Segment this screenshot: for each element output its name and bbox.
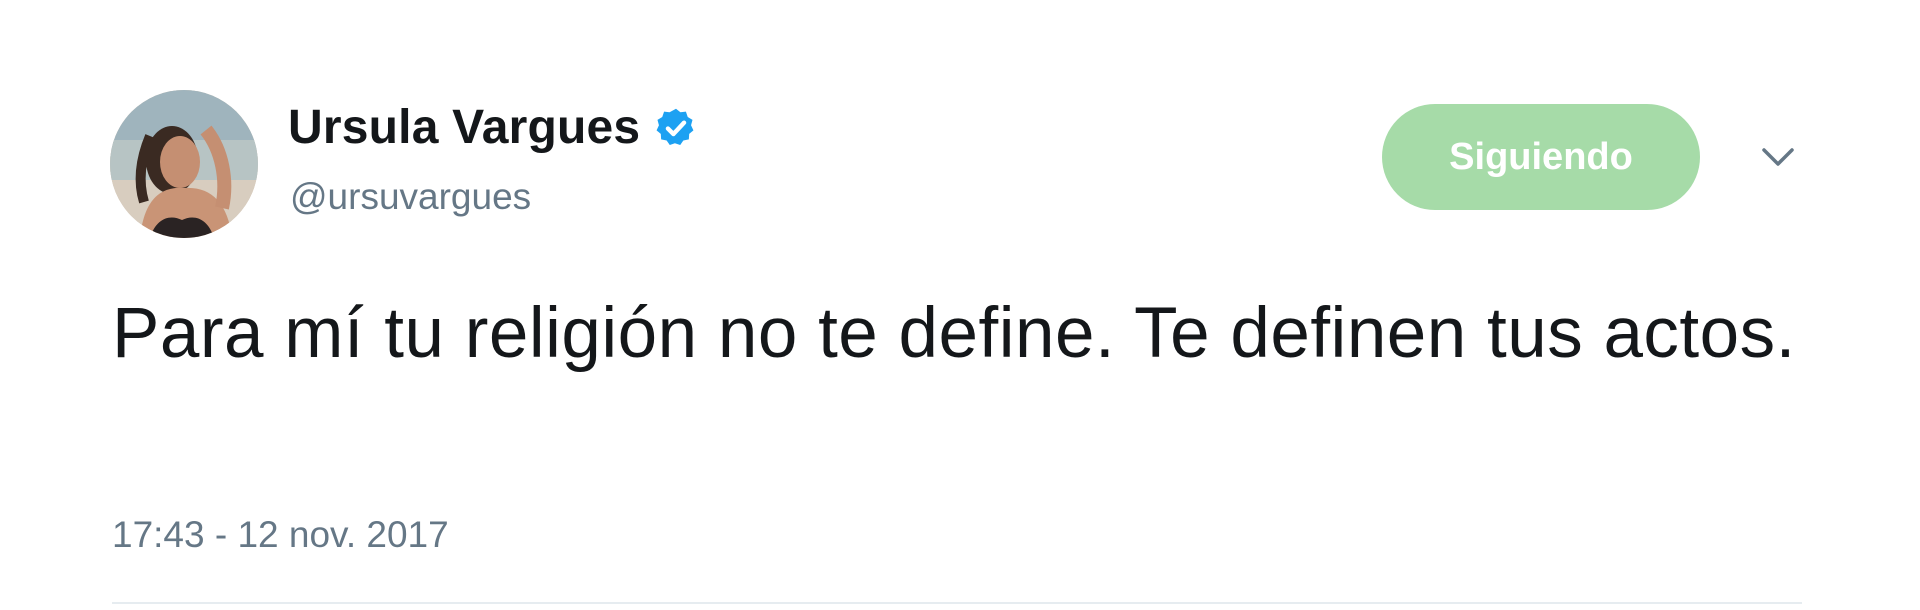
chevron-down-icon[interactable] xyxy=(1758,142,1798,172)
user-handle[interactable]: @ursuvargues xyxy=(290,176,531,218)
user-name-row[interactable]: Ursula Vargues xyxy=(288,100,698,155)
avatar-photo xyxy=(110,90,258,238)
tweet-text: Para mí tu religión no te define. Te def… xyxy=(112,294,1796,373)
tweet-card: Ursula Vargues @ursuvargues Siguiendo Pa… xyxy=(0,0,1920,610)
tweet-timestamp[interactable]: 17:43 - 12 nov. 2017 xyxy=(112,514,449,556)
following-button[interactable]: Siguiendo xyxy=(1382,104,1700,210)
divider xyxy=(112,602,1802,604)
avatar[interactable] xyxy=(110,90,258,238)
verified-badge-icon xyxy=(654,106,698,150)
display-name[interactable]: Ursula Vargues xyxy=(288,100,640,155)
